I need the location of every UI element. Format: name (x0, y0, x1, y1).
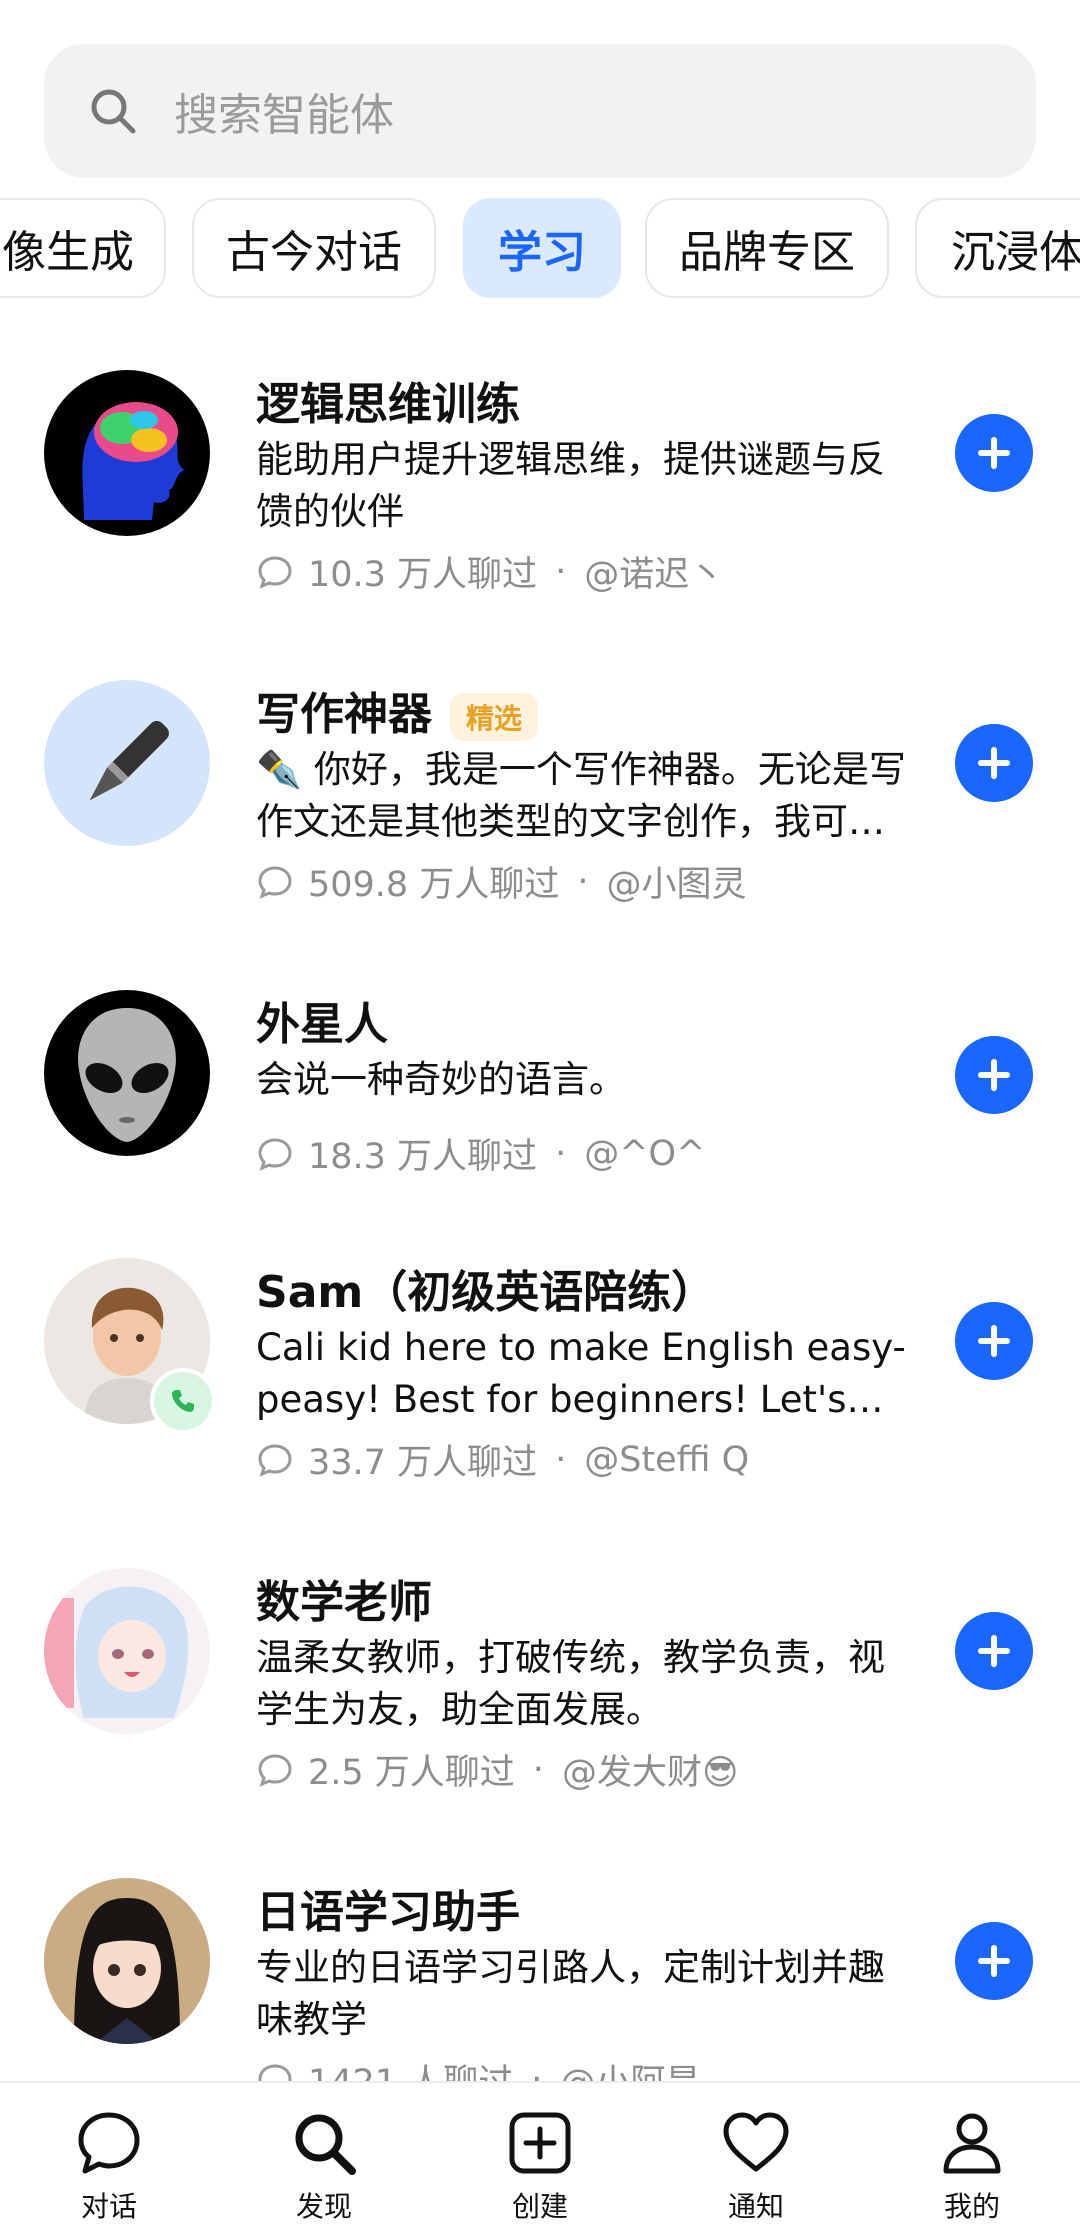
chat-count: 2.5 万人聊过 (308, 1753, 515, 1793)
chat-count: 1421 人聊过 (308, 2054, 513, 2081)
anime-girl-avatar (44, 1568, 210, 1734)
author: @发大财😎 (561, 1753, 739, 1793)
plus-icon (978, 437, 1010, 469)
phone-icon (172, 1390, 194, 1412)
agent-description: 会说一种奇妙的语言。 (256, 1058, 626, 1101)
author: @诺迟丶 (584, 555, 725, 595)
nav-profile[interactable]: 我的 (897, 2083, 1047, 2233)
nav-discover[interactable]: 发现 (249, 2083, 399, 2233)
author: @小图灵 (606, 865, 747, 905)
comment-icon (258, 2063, 292, 2081)
chat-count: 509.8 万人聊过 (308, 865, 560, 905)
agent-title: 数学老师 (256, 1577, 432, 1628)
agent-meta: 509.8 万人聊过 · @小图灵 (256, 856, 746, 907)
comment-icon (258, 1753, 292, 1787)
agent-meta: 2.5 万人聊过 · @发大财😎 (256, 1744, 738, 1795)
agent-item[interactable]: 逻辑思维训练 能助用户提升逻辑思维，提供谜题与反馈的伙伴 10.3 万人聊过 ·… (0, 368, 1080, 628)
agent-item[interactable]: Sam（初级英语陪练） Cali kid here to make Englis… (0, 1256, 1080, 1516)
bottom-nav: 对话 发现 创建 通知 我的 (0, 2081, 1080, 2233)
brain-avatar (44, 370, 210, 536)
nav-create[interactable]: 创建 (465, 2083, 615, 2233)
agent-title: 写作神器 (256, 689, 432, 740)
search-placeholder: 搜索智能体 (174, 90, 394, 141)
plus-icon (978, 1059, 1010, 1091)
plus-icon (978, 747, 1010, 779)
agent-title-row: 写作神器 精选 (256, 678, 539, 742)
add-agent-button[interactable] (955, 414, 1033, 492)
agent-item[interactable]: 日语学习助手 专业的日语学习引路人，定制计划并趣味教学 1421 人聊过 · @… (0, 1876, 1080, 2081)
chat-count: 10.3 万人聊过 (308, 555, 538, 595)
chat-count: 18.3 万人聊过 (308, 1137, 538, 1177)
category-tabs: 像生成 古今对话 学习 品牌专区 沉浸体 (0, 198, 1080, 298)
voice-call-badge (150, 1368, 216, 1434)
plus-icon (978, 1945, 1010, 1977)
add-agent-button[interactable] (955, 1036, 1033, 1114)
agent-item[interactable]: 数学老师 温柔女教师，打破传统，教学负责，视学生为友，助全面发展。 2.5 万人… (0, 1566, 1080, 1826)
author: @Steffi Q (584, 1439, 750, 1480)
tab-study[interactable]: 学习 (463, 198, 621, 298)
agent-description: ✒️ 你好，我是一个写作神器。无论是写作文还是其他类型的文字创作，我可以帮助你 (256, 748, 906, 843)
agent-item[interactable]: 外星人 会说一种奇妙的语言。 18.3 万人聊过 · @^O^ (0, 988, 1080, 1208)
search-icon (82, 80, 144, 142)
chat-count: 33.7 万人聊过 (308, 1443, 538, 1483)
agent-meta: 33.7 万人聊过 · @Steffi Q (256, 1434, 749, 1485)
search-bar[interactable]: 搜索智能体 (44, 44, 1036, 178)
create-icon (509, 2112, 571, 2174)
agent-description: 专业的日语学习引路人，定制计划并趣味教学 (256, 1946, 885, 2041)
plus-icon (978, 1635, 1010, 1667)
agent-meta: 18.3 万人聊过 · @^O^ (256, 1128, 705, 1179)
agent-title: 日语学习助手 (256, 1887, 520, 1938)
agent-description: 温柔女教师，打破传统，教学负责，视学生为友，助全面发展。 (256, 1636, 885, 1731)
nav-chat[interactable]: 对话 (34, 2083, 184, 2233)
author: @^O^ (584, 1133, 706, 1174)
add-agent-button[interactable] (955, 1612, 1033, 1690)
heart-icon (723, 2112, 789, 2172)
comment-icon (258, 1443, 292, 1477)
agent-title: 逻辑思维训练 (256, 379, 520, 430)
author: @小阿旱 (560, 2054, 700, 2081)
plus-icon (978, 1325, 1010, 1357)
add-agent-button[interactable] (955, 1302, 1033, 1380)
fountain-pen-avatar (44, 680, 210, 846)
agent-meta: 10.3 万人聊过 · @诺迟丶 (256, 546, 724, 597)
add-agent-button[interactable] (955, 1922, 1033, 2000)
profile-icon (943, 2113, 1001, 2174)
agent-description: Cali kid here to make English easy-peasy… (256, 1326, 906, 1421)
featured-badge: 精选 (450, 693, 539, 741)
tab-brand-zone[interactable]: 品牌专区 (645, 198, 889, 298)
nav-notifications[interactable]: 通知 (681, 2083, 831, 2233)
comment-icon (258, 555, 292, 589)
agent-item[interactable]: 写作神器 精选 ✒️ 你好，我是一个写作神器。无论是写作文还是其他类型的文字创作，… (0, 678, 1080, 938)
tab-image-generation[interactable]: 像生成 (0, 198, 166, 298)
agent-description: 能助用户提升逻辑思维，提供谜题与反馈的伙伴 (256, 438, 885, 533)
search-icon (295, 2114, 356, 2175)
tab-immersive[interactable]: 沉浸体 (915, 198, 1080, 298)
add-agent-button[interactable] (955, 724, 1033, 802)
girl-avatar (44, 1878, 210, 2044)
comment-icon (258, 865, 292, 899)
agent-meta: 1421 人聊过 · @小阿旱 (256, 2054, 700, 2081)
alien-avatar (44, 990, 210, 1156)
chat-icon (78, 2112, 140, 2174)
agent-title: Sam（初级英语陪练） (256, 1267, 716, 1318)
comment-icon (258, 1137, 292, 1171)
agent-title: 外星人 (256, 999, 388, 1050)
tab-ancient-modern-dialogue[interactable]: 古今对话 (192, 198, 436, 298)
